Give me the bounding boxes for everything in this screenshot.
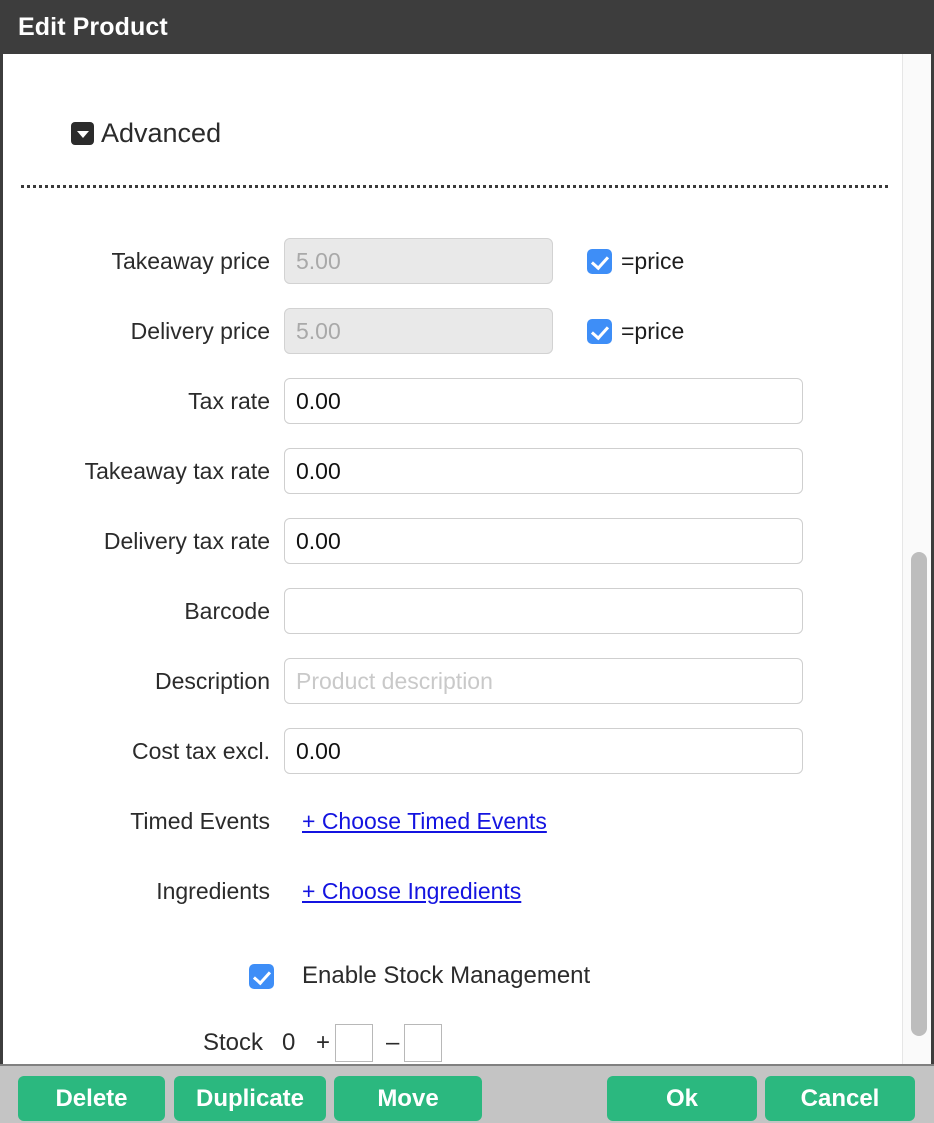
checkbox-takeaway-eq-price[interactable] (587, 248, 612, 274)
label-takeaway-eq-price: =price (621, 247, 685, 274)
label-delivery-price: Delivery price (130, 318, 270, 344)
row-cost-tax-excl: Cost tax excl. (3, 727, 902, 775)
advanced-section-label: Advanced (101, 118, 222, 148)
dialog-content-pane: Advanced Takeaway price =price Delivery … (3, 54, 902, 1064)
caret-down-icon (71, 122, 94, 145)
label-ingredients: Ingredients (156, 878, 270, 904)
label-takeaway-price: Takeaway price (111, 248, 270, 274)
advanced-section-toggle[interactable]: Advanced (71, 120, 221, 147)
dialog-titlebar: Edit Product (0, 0, 934, 54)
label-takeaway-tax-rate: Takeaway tax rate (84, 458, 270, 484)
input-stock-add[interactable] (335, 1024, 373, 1062)
delete-button[interactable]: Delete (18, 1076, 165, 1121)
row-enable-stock-management: Enable Stock Management (3, 952, 902, 1000)
duplicate-button[interactable]: Duplicate (174, 1076, 326, 1121)
input-stock-subtract[interactable] (404, 1024, 442, 1062)
value-stock-current: 0 (282, 1029, 296, 1056)
input-delivery-price[interactable] (284, 308, 553, 354)
row-timed-events: Timed Events + Choose Timed Events (3, 797, 902, 845)
input-takeaway-price[interactable] (284, 238, 553, 284)
label-delivery-tax-rate: Delivery tax rate (103, 528, 270, 554)
label-cost-tax-excl: Cost tax excl. (131, 738, 270, 764)
vertical-scrollbar-thumb[interactable] (911, 552, 927, 1036)
label-description: Description (154, 668, 270, 694)
label-delivery-eq-price: =price (621, 317, 685, 344)
row-delivery-tax-rate: Delivery tax rate (3, 517, 902, 565)
stock-minus-sign: – (386, 1029, 400, 1056)
dialog-title: Edit Product (18, 13, 168, 41)
label-tax-rate: Tax rate (188, 388, 270, 414)
delivery-eq-price-toggle[interactable]: =price (587, 307, 684, 355)
edit-product-dialog: Edit Product Advanced Takeaway price =pr… (0, 0, 934, 1123)
link-choose-ingredients[interactable]: + Choose Ingredients (302, 867, 521, 915)
row-takeaway-price: Takeaway price =price (3, 237, 902, 285)
label-barcode: Barcode (184, 598, 270, 624)
input-tax-rate[interactable] (284, 378, 803, 424)
section-divider (21, 185, 888, 188)
input-description[interactable] (284, 658, 803, 704)
row-stock: Stock 0 + – (3, 1022, 902, 1064)
row-delivery-price: Delivery price =price (3, 307, 902, 355)
row-ingredients: Ingredients + Choose Ingredients (3, 867, 902, 915)
stock-plus-sign: + (316, 1029, 331, 1056)
dialog-footer: Delete Duplicate Move Ok Cancel (0, 1064, 934, 1123)
move-button[interactable]: Move (334, 1076, 482, 1121)
input-cost-tax-excl[interactable] (284, 728, 803, 774)
label-enable-stock-management: Enable Stock Management (302, 962, 591, 989)
row-tax-rate: Tax rate (3, 377, 902, 425)
label-stock: Stock (203, 1029, 264, 1056)
cancel-button[interactable]: Cancel (765, 1076, 915, 1121)
input-barcode[interactable] (284, 588, 803, 634)
link-choose-timed-events[interactable]: + Choose Timed Events (302, 797, 547, 845)
row-description: Description (3, 657, 902, 705)
checkbox-delivery-eq-price[interactable] (587, 318, 612, 344)
checkbox-enable-stock-management[interactable] (249, 963, 274, 989)
input-takeaway-tax-rate[interactable] (284, 448, 803, 494)
takeaway-eq-price-toggle[interactable]: =price (587, 237, 684, 285)
row-barcode: Barcode (3, 587, 902, 635)
input-delivery-tax-rate[interactable] (284, 518, 803, 564)
ok-button[interactable]: Ok (607, 1076, 757, 1121)
label-timed-events: Timed Events (130, 808, 270, 834)
row-takeaway-tax-rate: Takeaway tax rate (3, 447, 902, 495)
